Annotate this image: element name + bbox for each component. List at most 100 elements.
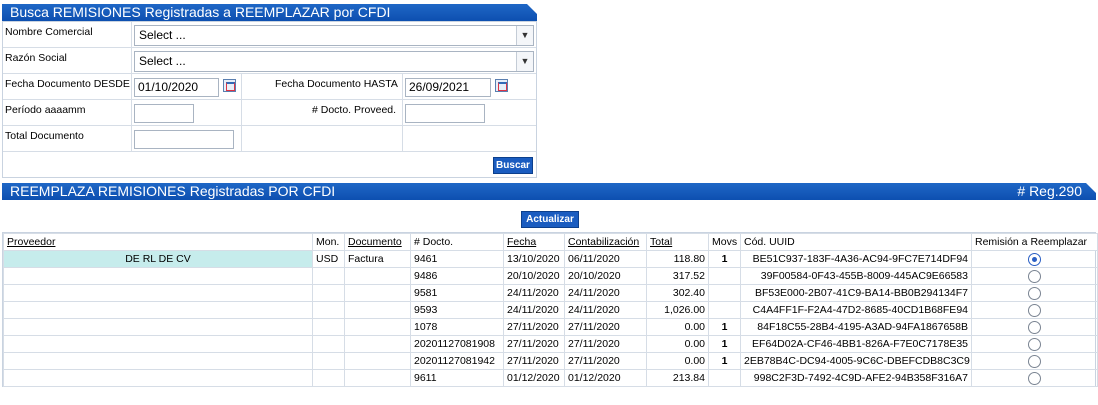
cell-mon (312, 267, 345, 285)
cell-total: 0.00 (646, 318, 709, 336)
table-row[interactable]: 9611 01/12/2020 01/12/2020 213.84 998C2F3D-7… (3, 369, 1098, 387)
cell-mon (312, 301, 345, 319)
col-documento[interactable]: Documento (344, 233, 411, 251)
cell-proveedor: DE RL DE CV (3, 250, 313, 268)
table-row[interactable]: 20201127081908 27/11/2020 27/11/2020 0.00 1 E… (3, 335, 1098, 353)
cell-movs (708, 369, 741, 387)
calendar-icon[interactable] (495, 79, 508, 92)
row-total: Total Documento (3, 126, 536, 152)
remision-radio[interactable] (1028, 286, 1041, 300)
periodo-label: Período aaaamm (5, 104, 86, 116)
remision-radio[interactable] (1028, 252, 1041, 266)
remision-radio[interactable] (1028, 269, 1041, 283)
cell-movs: 1 (708, 250, 741, 268)
title-corner (527, 4, 537, 14)
search-panel-title-text: Busca REMISIONES Registradas a REEMPLAZA… (10, 4, 391, 20)
col-proveedor[interactable]: Proveedor (3, 233, 313, 251)
cell-uuid: BE51C937-183F-4A36-AC94-9FC7E714DF94 (740, 250, 972, 268)
cell-remision (971, 267, 1098, 285)
cell-fecha: 24/11/2020 (503, 284, 565, 302)
cell-documento (344, 318, 411, 336)
results-table: Proveedor Mon. Documento # Docto. Fecha … (3, 233, 1098, 387)
col-fecha[interactable]: Fecha (503, 233, 565, 251)
cell-total: 213.84 (646, 369, 709, 387)
docto-prov-input[interactable] (405, 104, 485, 123)
remision-radio[interactable] (1028, 354, 1041, 368)
calendar-icon[interactable] (223, 79, 236, 92)
remision-radio[interactable] (1028, 371, 1041, 385)
table-row[interactable]: 9486 20/10/2020 20/10/2020 317.52 39F00584-0… (3, 267, 1098, 285)
cell-movs (708, 301, 741, 319)
cell-contabilizacion: 27/11/2020 (564, 318, 647, 336)
buscar-button[interactable]: Buscar (493, 157, 533, 174)
cell-contabilizacion: 20/10/2020 (564, 267, 647, 285)
search-form: Nombre Comercial Select ... ▼ Razón Soci… (2, 21, 537, 178)
results-panel-title-text: REEMPLAZA REMISIONES Registradas POR CFD… (10, 183, 336, 199)
fecha-desde-label: Fecha Documento DESDE (5, 78, 130, 90)
cell-documento (344, 267, 411, 285)
row-buscar: Buscar (3, 152, 536, 177)
cell-docto: 1078 (410, 318, 504, 336)
fecha-hasta-label: Fecha Documento HASTA (275, 78, 398, 90)
cell-uuid: 39F00584-0F43-455B-8009-445AC9E66583 (740, 267, 972, 285)
cell-docto: 20201127081942 (410, 352, 504, 370)
razon-social-label: Razón Social (5, 52, 67, 64)
cell-proveedor (3, 267, 313, 285)
cell-fecha: 24/11/2020 (503, 301, 565, 319)
col-total[interactable]: Total (646, 233, 709, 251)
cell-total: 0.00 (646, 352, 709, 370)
table-row[interactable]: 20201127081942 27/11/2020 27/11/2020 0.00 1 2… (3, 352, 1098, 370)
razon-social-select[interactable]: Select ... ▼ (134, 51, 534, 72)
actualizar-button[interactable]: Actualizar (521, 211, 579, 228)
cell-documento (344, 335, 411, 353)
col-docto: # Docto. (410, 233, 504, 251)
col-contabilizacion[interactable]: Contabilización (564, 233, 647, 251)
col-remision: Remisión a Reemplazar (971, 233, 1098, 251)
remision-radio[interactable] (1028, 337, 1041, 351)
cell-proveedor (3, 301, 313, 319)
table-row[interactable]: 9581 24/11/2020 24/11/2020 302.40 BF53E000-2… (3, 284, 1098, 302)
table-row[interactable]: 9593 24/11/2020 24/11/2020 1,026.00 C4A4FF1F… (3, 301, 1098, 319)
fecha-hasta-input[interactable]: 26/09/2021 (405, 78, 491, 97)
cell-remision (971, 335, 1098, 353)
cell-docto: 9461 (410, 250, 504, 268)
cell-mon (312, 352, 345, 370)
cell-contabilizacion: 24/11/2020 (564, 284, 647, 302)
cell-docto: 20201127081908 (410, 335, 504, 353)
cell-proveedor (3, 284, 313, 302)
col-movs: Movs (708, 233, 741, 251)
cell-movs (708, 267, 741, 285)
cell-movs: 1 (708, 335, 741, 353)
total-input[interactable] (134, 130, 234, 149)
table-row[interactable]: 1078 27/11/2020 27/11/2020 0.00 1 84F18C55-28… (3, 318, 1098, 336)
cell-mon (312, 284, 345, 302)
cell-fecha: 27/11/2020 (503, 335, 565, 353)
chevron-down-icon[interactable]: ▼ (516, 52, 533, 71)
cell-documento (344, 369, 411, 387)
results-panel-title: REEMPLAZA REMISIONES Registradas POR CFD… (2, 183, 1096, 200)
cell-total: 1,026.00 (646, 301, 709, 319)
cell-remision (971, 250, 1098, 268)
cell-fecha: 27/11/2020 (503, 318, 565, 336)
cell-proveedor (3, 318, 313, 336)
cell-movs (708, 284, 741, 302)
chevron-down-icon[interactable]: ▼ (516, 26, 533, 45)
cell-documento (344, 352, 411, 370)
nombre-comercial-label: Nombre Comercial (5, 26, 93, 38)
cell-contabilizacion: 24/11/2020 (564, 301, 647, 319)
nombre-comercial-select[interactable]: Select ... ▼ (134, 25, 534, 46)
table-header: Proveedor Mon. Documento # Docto. Fecha … (3, 233, 1098, 251)
results-grid: Proveedor Mon. Documento # Docto. Fecha … (2, 232, 1098, 387)
fecha-desde-input[interactable]: 01/10/2020 (134, 78, 219, 97)
cell-docto: 9486 (410, 267, 504, 285)
table-row[interactable]: DE RL DE CV USD Factura 9461 13/10/2020 06/11… (3, 250, 1098, 268)
cell-documento: Factura (344, 250, 411, 268)
remision-radio[interactable] (1028, 320, 1041, 334)
cell-fecha: 27/11/2020 (503, 352, 565, 370)
row-nombre-comercial: Nombre Comercial Select ... ▼ (3, 22, 536, 48)
cell-remision (971, 352, 1098, 370)
periodo-input[interactable] (134, 104, 194, 123)
cell-total: 118.80 (646, 250, 709, 268)
remision-radio[interactable] (1028, 303, 1041, 317)
cell-documento (344, 284, 411, 302)
